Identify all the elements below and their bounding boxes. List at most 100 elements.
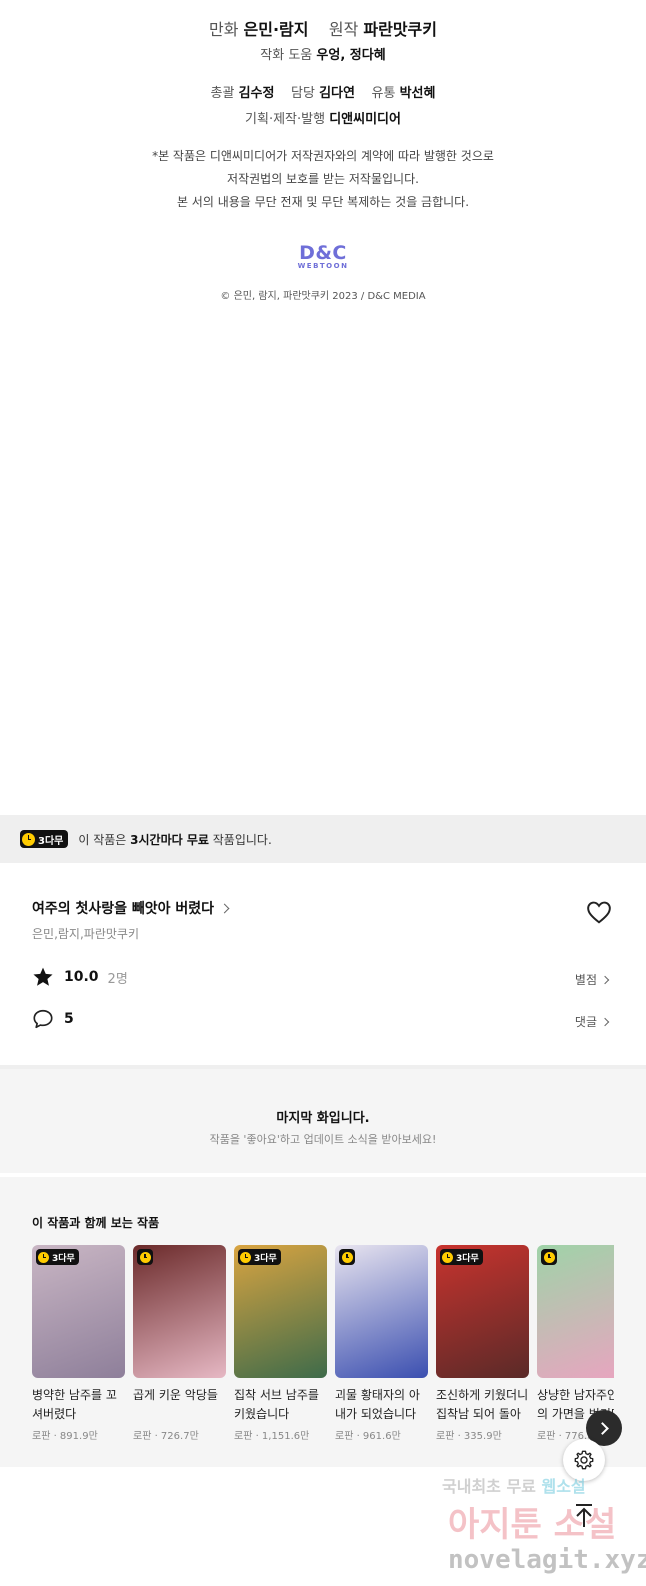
recommendation-card[interactable]: 3다무집착 서브 남주를 키웠습니다로판 · 1,151.6만: [234, 1245, 327, 1442]
gear-icon: [574, 1450, 594, 1470]
cover-image: [133, 1245, 226, 1378]
card-meta: 로판 · 726.7만: [133, 1431, 199, 1442]
credits-staff-line: 총괄 김수정 담당 김다연 유통 박선혜: [0, 82, 646, 101]
last-episode-subtitle: 작품을 '좋아요'하고 업데이트 소식을 받아보세요!: [209, 1133, 437, 1146]
cover-image: 3다무: [32, 1245, 125, 1378]
free-text-bold: 3시간마다 무료: [130, 832, 209, 847]
credits-section: 만화 은민·람지 원작 파란맛쿠키 작화 도움 우엉, 정다혜 총괄 김수정 담…: [0, 0, 646, 815]
recommendations-carousel: 3다무 병약한 남주를 꼬셔버렸다 로판 · 891.9만곱게 키운 악당들로판 ·…: [32, 1245, 614, 1455]
manga-label: 만화: [208, 20, 239, 39]
star-icon: [33, 967, 53, 986]
logo-sub: WEBTOON: [297, 262, 349, 270]
recommendation-card[interactable]: 3다무 병약한 남주를 꼬셔버렸다 로판 · 891.9만: [32, 1245, 125, 1442]
publish-value: 디앤씨미디어: [329, 112, 401, 127]
rating-value: 10.0: [64, 969, 99, 985]
original-value: 파란맛쿠키: [363, 20, 437, 39]
chief-value: 김수정: [238, 86, 275, 101]
assist-label: 작화 도움: [260, 48, 313, 63]
wait-free-badge: 3다무: [238, 1249, 281, 1265]
last-episode-title: 마지막 화입니다.: [276, 1111, 370, 1126]
notice-line-2: 저작권법의 보호를 받는 저작물입니다.: [227, 172, 419, 186]
recommendations-section: 이 작품과 함께 보는 작품 3다무 병약한 남주를 꼬셔버렸다 로판 · 891.…: [0, 1177, 646, 1467]
work-title-link[interactable]: 여주의 첫사랑을 빼앗아 버렸다: [32, 898, 230, 918]
clock-icon: [22, 832, 35, 846]
watermark-tagline-prefix: 국내최초 무료: [442, 1477, 542, 1496]
work-title: 여주의 첫사랑을 빼앗아 버렸다: [32, 901, 215, 917]
comment-link-label: 댓글: [574, 1015, 597, 1029]
recommendation-card[interactable]: 3다무조신하게 키웠더니 집착남 되어 돌아왔다로판 · 335.9만: [436, 1245, 529, 1442]
wait-free-badge-label: 3다무: [52, 1253, 75, 1264]
logo-main: D&C: [299, 242, 347, 264]
recommendation-card[interactable]: 곱게 키운 악당들로판 · 726.7만: [133, 1245, 226, 1442]
cover-image: [537, 1245, 614, 1378]
work-info-panel: 여주의 첫사랑을 빼앗아 버렸다 은민,람지,파란맛쿠키 10.0 2명 별점 …: [0, 863, 646, 1065]
wait-free-badge-label: 3다무: [38, 835, 64, 847]
cover-image: [335, 1245, 428, 1378]
rating-stat: 10.0 2명: [32, 966, 128, 988]
card-meta: 로판 · 335.9만: [436, 1431, 502, 1442]
chevron-right-icon: [219, 903, 230, 913]
card-title: 집착 서브 남주를 키웠습니다: [234, 1388, 319, 1421]
publish-label: 기획·제작·발행: [245, 112, 326, 127]
scroll-top-button[interactable]: [563, 1495, 605, 1537]
wait-free-badge: 3다무: [36, 1249, 79, 1265]
wait-free-badge-label: 3다무: [254, 1253, 277, 1264]
distribution-value: 박선혜: [399, 86, 436, 101]
clock-icon: [240, 1251, 251, 1263]
heart-icon[interactable]: [586, 900, 612, 924]
chief-label: 총괄: [210, 86, 235, 101]
rating-link[interactable]: 별점: [574, 971, 610, 988]
notice-line-1: *본 작품은 디앤씨미디어가 저작권자와의 계약에 따라 발행한 것으로: [152, 149, 494, 163]
comment-link[interactable]: 댓글: [574, 1013, 610, 1030]
card-meta: 로판 · 891.9만: [32, 1431, 98, 1442]
chevron-right-icon: [600, 975, 610, 984]
cover-image: 3다무: [436, 1245, 529, 1378]
comment-icon: [33, 1009, 53, 1029]
free-text-suffix: 작품입니다.: [208, 832, 272, 847]
wait-free-badge: 3다무: [20, 830, 69, 848]
last-episode-panel: 마지막 화입니다. 작품을 '좋아요'하고 업데이트 소식을 받아보세요!: [0, 1069, 646, 1173]
notice-line-3: 본 서의 내용을 무단 전재 및 무단 복제하는 것을 금합니다.: [176, 195, 470, 209]
rating-count: 2명: [107, 971, 128, 987]
work-authors: 은민,람지,파란맛쿠키: [32, 927, 139, 941]
free-text-prefix: 이 작품은: [78, 832, 131, 847]
credits-assist-line: 작화 도움 우엉, 정다혜: [0, 44, 646, 63]
card-title: 곱게 키운 악당들: [133, 1388, 218, 1402]
clock-icon: [139, 1251, 151, 1263]
watermark-url: novelagit.xyz: [448, 1545, 646, 1575]
assist-value: 우엉, 정다혜: [316, 48, 386, 63]
chevron-right-icon: [600, 1017, 610, 1026]
card-meta: 로판 · 1,151.6만: [234, 1431, 310, 1442]
card-title: 조신하게 키웠더니 집착남 되어 돌아왔다: [436, 1388, 529, 1421]
comment-count: 5: [64, 1011, 74, 1027]
clock-icon: [442, 1251, 453, 1263]
clock-icon: [38, 1251, 49, 1263]
wait-free-badge-label: 3다무: [456, 1253, 479, 1264]
manager-value: 김다연: [319, 86, 355, 101]
credits-publish-line: 기획·제작·발행 디앤씨미디어: [0, 108, 646, 127]
comment-stat: 5: [32, 1008, 74, 1030]
arrow-up-icon: [576, 1504, 592, 1527]
clock-badge: [541, 1249, 557, 1265]
clock-badge: [137, 1249, 153, 1265]
clock-icon: [543, 1251, 555, 1263]
copyright-notice: *본 작품은 디앤씨미디어가 저작권자와의 계약에 따라 발행한 것으로 저작권…: [0, 145, 646, 214]
distribution-label: 유통: [371, 86, 396, 101]
wait-free-badge: 3다무: [440, 1249, 483, 1265]
original-label: 원작: [328, 20, 359, 39]
clock-badge: [339, 1249, 355, 1265]
cover-image: 3다무: [234, 1245, 327, 1378]
manager-label: 담당: [291, 86, 315, 101]
chevron-right-icon: [595, 1421, 609, 1435]
card-title: 괴물 황태자의 아내가 되었습니다: [335, 1388, 420, 1421]
clock-icon: [341, 1251, 353, 1263]
recommendation-card[interactable]: 괴물 황태자의 아내가 되었습니다로판 · 961.6만: [335, 1245, 428, 1442]
free-every-3h-bar: 3다무 이 작품은 3시간마다 무료 작품입니다.: [0, 815, 646, 863]
card-meta: 로판 · 961.6만: [335, 1431, 401, 1442]
publisher-logo: D&C WEBTOON: [0, 242, 646, 270]
rating-link-label: 별점: [574, 973, 597, 987]
manga-value: 은민·람지: [243, 20, 309, 39]
watermark-tagline: 국내최초 무료 웹소설: [442, 1473, 586, 1497]
credits-authors-line: 만화 은민·람지 원작 파란맛쿠키: [0, 16, 646, 40]
watermark-tagline-accent: 웹소설: [541, 1477, 586, 1496]
